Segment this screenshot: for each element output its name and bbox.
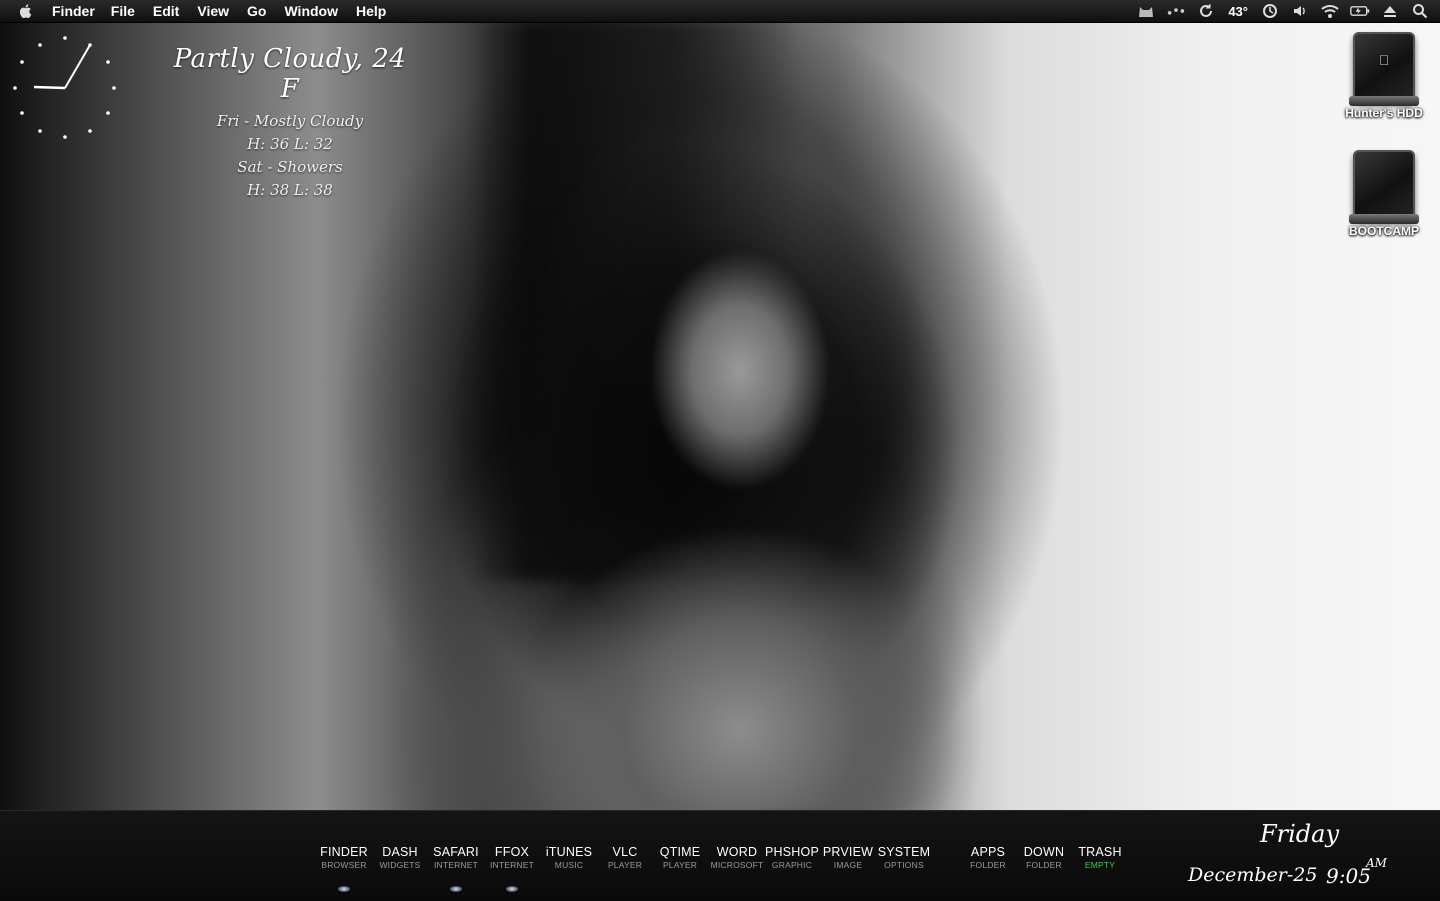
drive-hunters-hdd[interactable]:  Hunter's HDD — [1336, 32, 1432, 120]
forecast-line: Fri - Mostly Cloudy — [216, 112, 364, 130]
time-label: 9:05 — [1326, 864, 1371, 888]
drive-label: BOOTCAMP — [1349, 224, 1419, 238]
sync-icon[interactable] — [1196, 2, 1216, 20]
menu-app-finder[interactable]: Finder — [52, 3, 95, 19]
menu-extras: 43° — [1136, 0, 1430, 22]
network-activity-icon[interactable] — [1166, 2, 1186, 20]
running-indicator-icon — [506, 886, 518, 892]
drive-label: Hunter's HDD — [1345, 106, 1423, 120]
weekday-label: Friday — [1260, 820, 1340, 848]
forecast-line: H: 38 L: 38 — [247, 181, 333, 199]
spotlight-search-icon[interactable] — [1410, 2, 1430, 20]
dock-item-vlc[interactable]: VLC PLAYER — [595, 845, 655, 870]
dock-item-firefox[interactable]: FFOX INTERNET — [482, 845, 542, 870]
menu-bar: Finder File Edit View Go Window Help 43° — [0, 0, 1440, 23]
dock-item-applications[interactable]: APPS FOLDER — [958, 845, 1018, 870]
dock-item-preview[interactable]: PRVIEW IMAGE — [818, 845, 878, 870]
dock-item-word[interactable]: WORD MICROSOFT — [707, 845, 767, 870]
eject-icon[interactable] — [1380, 2, 1400, 20]
cat-menulet-icon[interactable] — [1136, 2, 1156, 20]
menu-edit[interactable]: Edit — [153, 3, 179, 19]
ampm-label: AM — [1366, 856, 1387, 870]
menu-go[interactable]: Go — [247, 3, 266, 19]
weather-widget[interactable]: Partly Cloudy, 24 F Fri - Mostly Cloudy … — [170, 44, 410, 202]
apple-menu-icon[interactable] — [16, 2, 36, 20]
menu-help[interactable]: Help — [356, 3, 386, 19]
time-machine-icon[interactable] — [1260, 2, 1280, 20]
menu-view[interactable]: View — [197, 3, 229, 19]
weather-current: Partly Cloudy, 24 F — [173, 44, 407, 104]
forecast-line: Sat - Showers — [237, 158, 343, 176]
dock-item-finder[interactable]: FINDER BROWSER — [314, 845, 374, 870]
analog-clock-widget[interactable] — [10, 32, 120, 142]
battery-icon[interactable] — [1350, 2, 1370, 20]
dock-item-system-preferences[interactable]: SYSTEM OPTIONS — [874, 845, 934, 870]
dock-item-trash[interactable]: TRASH EMPTY — [1070, 845, 1130, 870]
trash-status: EMPTY — [1084, 860, 1116, 870]
running-indicator-icon — [450, 886, 462, 892]
hard-drive-icon:  — [1349, 32, 1419, 106]
volume-icon[interactable] — [1290, 2, 1310, 20]
wallpaper-photo-subject — [310, 130, 1050, 810]
menu-window[interactable]: Window — [284, 3, 338, 19]
dock: FINDER BROWSER DASH WIDGETS SAFARI INTER… — [0, 810, 1440, 901]
drive-bootcamp[interactable]: BOOTCAMP — [1336, 150, 1432, 238]
dock-item-safari[interactable]: SAFARI INTERNET — [426, 845, 486, 870]
dock-item-itunes[interactable]: iTUNES MUSIC — [539, 845, 599, 870]
menu-file[interactable]: File — [111, 3, 135, 19]
hard-drive-icon — [1349, 150, 1419, 224]
dock-item-quicktime[interactable]: QTIME PLAYER — [650, 845, 710, 870]
temperature-readout[interactable]: 43° — [1226, 4, 1250, 19]
dock-item-downloads[interactable]: DOWN FOLDER — [1014, 845, 1074, 870]
running-indicator-icon — [338, 886, 350, 892]
forecast-line: H: 36 L: 32 — [247, 135, 333, 153]
apple-logo-icon:  — [1353, 52, 1415, 68]
date-label: December-25 — [1188, 864, 1318, 886]
dock-item-dashboard[interactable]: DASH WIDGETS — [370, 845, 430, 870]
weather-forecast: Fri - Mostly Cloudy H: 36 L: 32 Sat - Sh… — [170, 110, 410, 202]
wifi-icon[interactable] — [1320, 2, 1340, 20]
dock-item-photoshop[interactable]: PHSHOP GRAPHIC — [762, 845, 822, 870]
